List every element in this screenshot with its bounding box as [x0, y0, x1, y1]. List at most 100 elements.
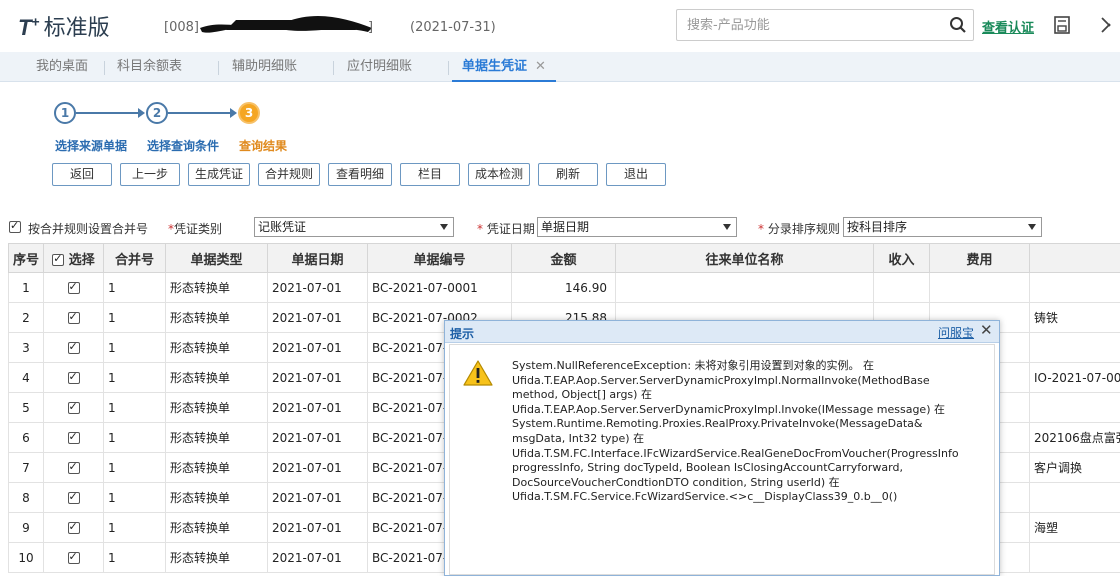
cell-select[interactable]: [43, 302, 104, 333]
step-2-label[interactable]: 选择查询条件: [147, 137, 219, 154]
row-checkbox[interactable]: [67, 550, 80, 564]
tab-label: 单据生凭证: [462, 59, 528, 74]
arrow-icon: [138, 108, 145, 118]
error-dialog: 提示 问服宝 ✕ System.NullReferenceException: …: [444, 320, 1000, 576]
cell-merge-no: 1: [103, 422, 166, 453]
search-input[interactable]: [677, 10, 937, 40]
cell-merge-no: 1: [103, 272, 166, 303]
cell-select[interactable]: [43, 272, 104, 303]
cell-merge-no: 1: [103, 512, 166, 543]
cell-select[interactable]: [43, 362, 104, 393]
expand-icon[interactable]: [1098, 14, 1120, 36]
arrow-icon: [230, 108, 237, 118]
row-checkbox[interactable]: [67, 370, 80, 384]
exit-button[interactable]: 退出: [606, 163, 666, 186]
search-box[interactable]: [676, 9, 974, 41]
cell-doc-date: 2021-07-01: [267, 272, 368, 303]
tab-aux-ledger[interactable]: 辅助明细账: [232, 52, 297, 82]
cell-select[interactable]: [43, 452, 104, 483]
cell-merge-no: 1: [103, 542, 166, 573]
cell-merge-no: 1: [103, 392, 166, 423]
account-suffix: ]: [368, 20, 374, 35]
save-icon[interactable]: [1054, 16, 1070, 34]
cell-merge-no: 1: [103, 302, 166, 333]
tab-payable-ledger[interactable]: 应付明细账: [347, 52, 412, 82]
cell-seq: 4: [8, 362, 44, 393]
close-icon[interactable]: ✕: [980, 321, 993, 339]
refresh-button[interactable]: 刷新: [538, 163, 598, 186]
tab-desktop[interactable]: 我的桌面: [36, 52, 88, 82]
cell-select[interactable]: [43, 512, 104, 543]
cell-select[interactable]: [43, 332, 104, 363]
tab-account-balance[interactable]: 科目余额表: [117, 52, 182, 82]
close-icon[interactable]: ✕: [535, 52, 546, 82]
col-select[interactable]: 选择: [43, 243, 104, 273]
col-merge-no[interactable]: 合并号: [103, 243, 166, 273]
col-doc-date[interactable]: 单据日期: [267, 243, 368, 273]
row-checkbox[interactable]: [67, 490, 80, 504]
merge-checkbox[interactable]: [9, 219, 21, 233]
row-checkbox[interactable]: [67, 430, 80, 444]
sort-rule-select[interactable]: 按科目排序: [843, 217, 1042, 237]
cell-doc-date: 2021-07-01: [267, 392, 368, 423]
warning-icon: [463, 360, 493, 386]
chevron-down-icon: [440, 224, 448, 230]
voucher-type-select[interactable]: 记账凭证: [254, 217, 454, 237]
row-checkbox[interactable]: [67, 280, 80, 294]
select-all-checkbox[interactable]: [52, 252, 65, 266]
col-amount[interactable]: 金额: [511, 243, 616, 273]
col-doc-type[interactable]: 单据类型: [165, 243, 268, 273]
table-row[interactable]: 11形态转换单2021-07-01BC-2021-07-0001146.90: [8, 272, 1120, 303]
row-checkbox[interactable]: [67, 460, 80, 474]
cell-select[interactable]: [43, 542, 104, 573]
cell-seq: 3: [8, 332, 44, 363]
filter-bar: 按合并规则设置合并号 *凭证类别 记账凭证 * 凭证日期 单据日期 * 分录排序…: [0, 216, 1120, 240]
cell-doc-date: 2021-07-01: [267, 482, 368, 513]
cell-extra: [1029, 482, 1120, 513]
tab-doc-to-voucher[interactable]: 单据生凭证 ✕: [452, 52, 556, 82]
merge-rules-button[interactable]: 合并规则: [258, 163, 320, 186]
redaction-scribble: [200, 15, 372, 33]
generate-voucher-button[interactable]: 生成凭证: [188, 163, 250, 186]
verify-link[interactable]: 查看认证: [982, 17, 1034, 36]
col-partner[interactable]: 往来单位名称: [615, 243, 874, 273]
help-link[interactable]: 问服宝: [938, 324, 974, 341]
step-1-label[interactable]: 选择来源单据: [55, 137, 127, 154]
row-checkbox[interactable]: [67, 520, 80, 534]
account-date: (2021-07-31): [410, 20, 496, 35]
cell-select[interactable]: [43, 422, 104, 453]
cost-check-button[interactable]: 成本检测: [468, 163, 530, 186]
step-connector: [76, 112, 138, 114]
columns-button[interactable]: 栏目: [400, 163, 460, 186]
dialog-header[interactable]: 提示 问服宝 ✕: [445, 321, 999, 343]
cell-doc-type: 形态转换单: [165, 362, 268, 393]
cell-select[interactable]: [43, 482, 104, 513]
back-button[interactable]: 返回: [52, 163, 112, 186]
step-3-label: 查询结果: [239, 139, 288, 153]
cell-extra: [1029, 542, 1120, 573]
cell-doc-date: 2021-07-01: [267, 512, 368, 543]
cell-amount: 146.90: [511, 272, 616, 303]
tab-divider: [104, 61, 105, 75]
col-doc-no[interactable]: 单据编号: [367, 243, 512, 273]
merge-label: 按合并规则设置合并号: [28, 222, 149, 236]
cell-select[interactable]: [43, 392, 104, 423]
cell-doc-type: 形态转换单: [165, 542, 268, 573]
col-seq[interactable]: 序号: [8, 243, 44, 273]
cell-extra: [1029, 392, 1120, 423]
search-icon[interactable]: [949, 16, 967, 34]
dialog-title: 提示: [450, 327, 475, 341]
col-income[interactable]: 收入: [873, 243, 930, 273]
col-expense[interactable]: 费用: [929, 243, 1030, 273]
row-checkbox[interactable]: [67, 310, 80, 324]
row-checkbox[interactable]: [67, 340, 80, 354]
cell-seq: 10: [8, 542, 44, 573]
cell-seq: 6: [8, 422, 44, 453]
voucher-date-select[interactable]: 单据日期: [537, 217, 737, 237]
cell-doc-type: 形态转换单: [165, 422, 268, 453]
cell-merge-no: 1: [103, 362, 166, 393]
view-detail-button[interactable]: 查看明细: [328, 163, 392, 186]
row-checkbox[interactable]: [67, 400, 80, 414]
col-extra[interactable]: [1029, 243, 1120, 273]
previous-step-button[interactable]: 上一步: [120, 163, 180, 186]
